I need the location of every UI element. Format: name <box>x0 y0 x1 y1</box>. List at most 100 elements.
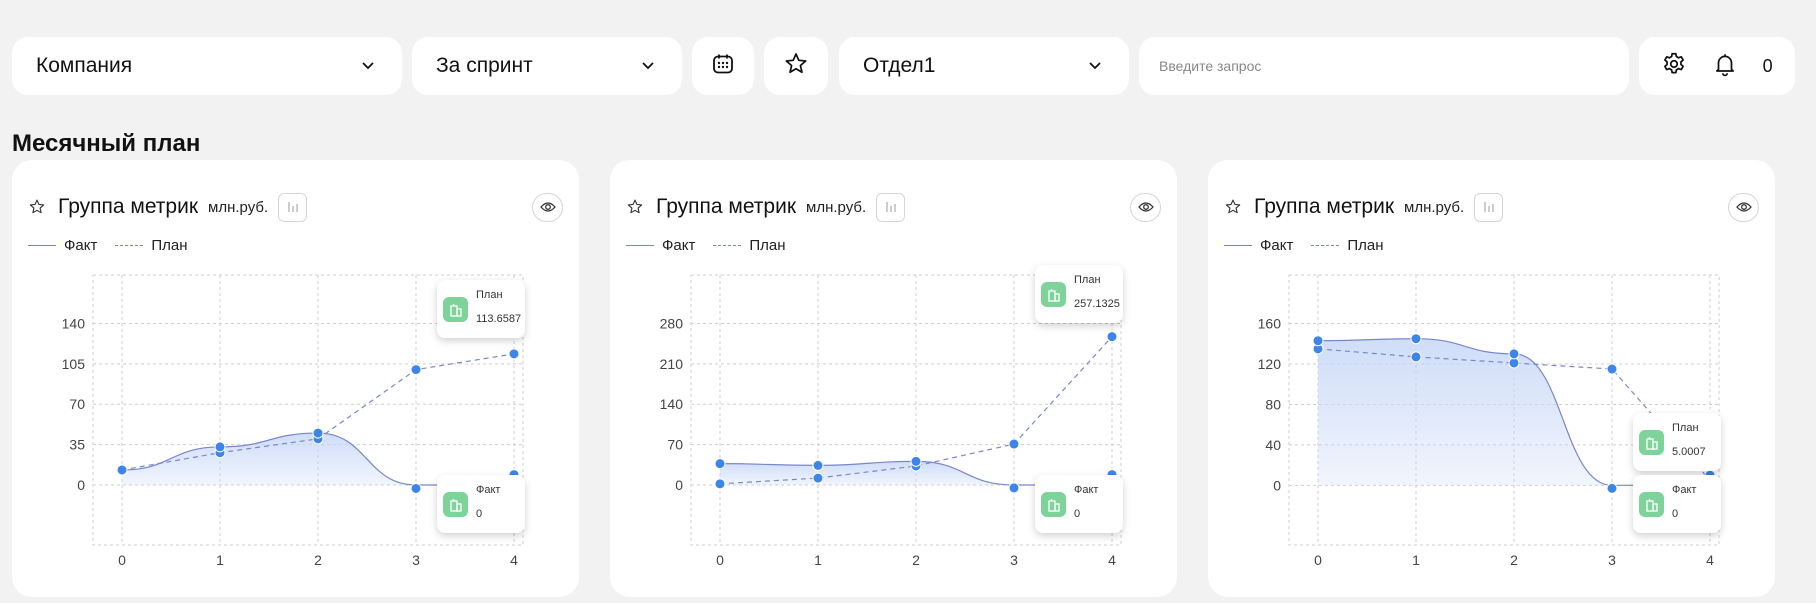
metric-card: Группа метрик млн.руб. Факт План 0 70 140 2… <box>610 160 1177 597</box>
plan-point[interactable] <box>1606 363 1618 375</box>
plan-point[interactable] <box>410 364 422 376</box>
x-tick-label: 1 <box>814 552 822 568</box>
company-select[interactable]: Компания <box>12 37 402 95</box>
tooltip-value: 0 <box>476 508 483 520</box>
fact-point[interactable] <box>714 458 726 470</box>
period-select-value: За спринт <box>436 54 533 77</box>
y-tick-label: 80 <box>1265 396 1281 412</box>
y-tick-label: 105 <box>62 356 86 372</box>
x-tick-label: 0 <box>1314 552 1322 568</box>
gear-icon <box>1661 51 1687 82</box>
search-input[interactable] <box>1159 58 1609 74</box>
building-icon <box>1041 492 1066 517</box>
x-tick-label: 3 <box>1608 552 1616 568</box>
building-icon <box>443 492 468 517</box>
tooltip-label: Факт <box>1672 484 1697 496</box>
notifications-button[interactable] <box>1712 51 1738 82</box>
x-tick-label: 0 <box>118 552 126 568</box>
building-icon <box>1041 282 1066 307</box>
building-icon <box>1639 430 1664 455</box>
notification-count: 0 <box>1762 55 1773 76</box>
bell-icon <box>1712 51 1738 82</box>
x-tick-label: 2 <box>912 552 920 568</box>
tooltip-value: 0 <box>1672 508 1679 520</box>
fact-point[interactable] <box>1410 333 1422 345</box>
y-tick-label: 0 <box>1273 477 1281 493</box>
fact-point[interactable] <box>910 455 922 467</box>
tooltip-label: Факт <box>476 484 501 496</box>
y-tick-label: 0 <box>675 477 683 493</box>
tooltip-value: 0 <box>1074 508 1081 520</box>
fact-point[interactable] <box>1508 348 1520 360</box>
y-tick-label: 0 <box>77 477 85 493</box>
y-tick-label: 140 <box>62 315 86 331</box>
y-tick-label: 70 <box>667 437 683 453</box>
x-tick-label: 0 <box>716 552 724 568</box>
settings-button[interactable] <box>1661 51 1687 82</box>
fact-point[interactable] <box>312 427 324 439</box>
tooltip-label: План <box>1074 274 1101 286</box>
y-tick-label: 70 <box>69 396 85 412</box>
fact-area <box>1318 338 1680 486</box>
plan-tooltip: План 5.0007 <box>1633 413 1721 471</box>
fact-point[interactable] <box>812 459 824 471</box>
search-box[interactable] <box>1139 37 1629 95</box>
chevron-down-icon <box>1085 56 1105 76</box>
x-tick-label: 1 <box>1412 552 1420 568</box>
section-title: Месячный план <box>12 130 201 157</box>
x-tick-label: 4 <box>1108 552 1116 568</box>
x-tick-label: 1 <box>216 552 224 568</box>
y-tick-label: 160 <box>1258 316 1282 332</box>
favorites-button[interactable] <box>764 37 828 95</box>
fact-tooltip: Факт 0 <box>1035 475 1123 533</box>
tooltip-label: План <box>1672 422 1699 434</box>
plan-point[interactable] <box>1106 331 1118 343</box>
x-tick-label: 2 <box>1510 552 1518 568</box>
calendar-icon <box>711 52 735 81</box>
x-tick-label: 4 <box>1706 552 1714 568</box>
y-tick-label: 40 <box>1265 437 1281 453</box>
fact-tooltip: Факт 0 <box>1633 475 1721 533</box>
fact-point[interactable] <box>1008 482 1020 494</box>
star-icon <box>783 51 809 82</box>
department-select[interactable]: Отдел1 <box>839 37 1129 95</box>
fact-point[interactable] <box>214 441 226 453</box>
y-tick-label: 35 <box>69 437 85 453</box>
fact-tooltip: Факт 0 <box>437 475 525 533</box>
x-tick-label: 3 <box>412 552 420 568</box>
metric-card: Группа метрик млн.руб. Факт План 0 35 70 10… <box>12 160 579 597</box>
plan-point[interactable] <box>1410 351 1422 363</box>
chevron-down-icon <box>638 56 658 76</box>
x-tick-label: 3 <box>1010 552 1018 568</box>
tooltip-value: 257.1325 <box>1074 298 1120 310</box>
plan-tooltip: План 257.1325 <box>1035 265 1123 323</box>
plan-tooltip: План 113.6587 <box>437 280 525 338</box>
chevron-down-icon <box>358 56 378 76</box>
tooltip-label: План <box>476 289 503 301</box>
building-icon <box>1639 492 1664 517</box>
fact-point[interactable] <box>1606 482 1618 494</box>
tooltip-label: Факт <box>1074 484 1099 496</box>
period-select[interactable]: За спринт <box>412 37 682 95</box>
tooltip-value: 113.6587 <box>476 313 522 325</box>
plan-point[interactable] <box>508 348 520 360</box>
plan-point[interactable] <box>1008 438 1020 450</box>
plan-point[interactable] <box>812 472 824 484</box>
y-tick-label: 280 <box>660 315 684 331</box>
tooltip-value: 5.0007 <box>1672 446 1706 458</box>
metric-card: Группа метрик млн.руб. Факт План 0 40 80 12… <box>1208 160 1775 597</box>
calendar-button[interactable] <box>692 37 754 95</box>
fact-point[interactable] <box>116 464 128 476</box>
x-tick-label: 4 <box>510 552 518 568</box>
company-select-value: Компания <box>36 54 133 77</box>
fact-point[interactable] <box>410 482 422 494</box>
plan-point[interactable] <box>714 478 726 490</box>
plan-point[interactable] <box>1508 357 1520 369</box>
y-tick-label: 140 <box>660 396 684 412</box>
department-select-value: Отдел1 <box>863 54 936 77</box>
building-icon <box>443 297 468 322</box>
header-tools: 0 <box>1639 37 1795 95</box>
x-tick-label: 2 <box>314 552 322 568</box>
y-tick-label: 210 <box>660 356 684 372</box>
fact-point[interactable] <box>1312 335 1324 347</box>
